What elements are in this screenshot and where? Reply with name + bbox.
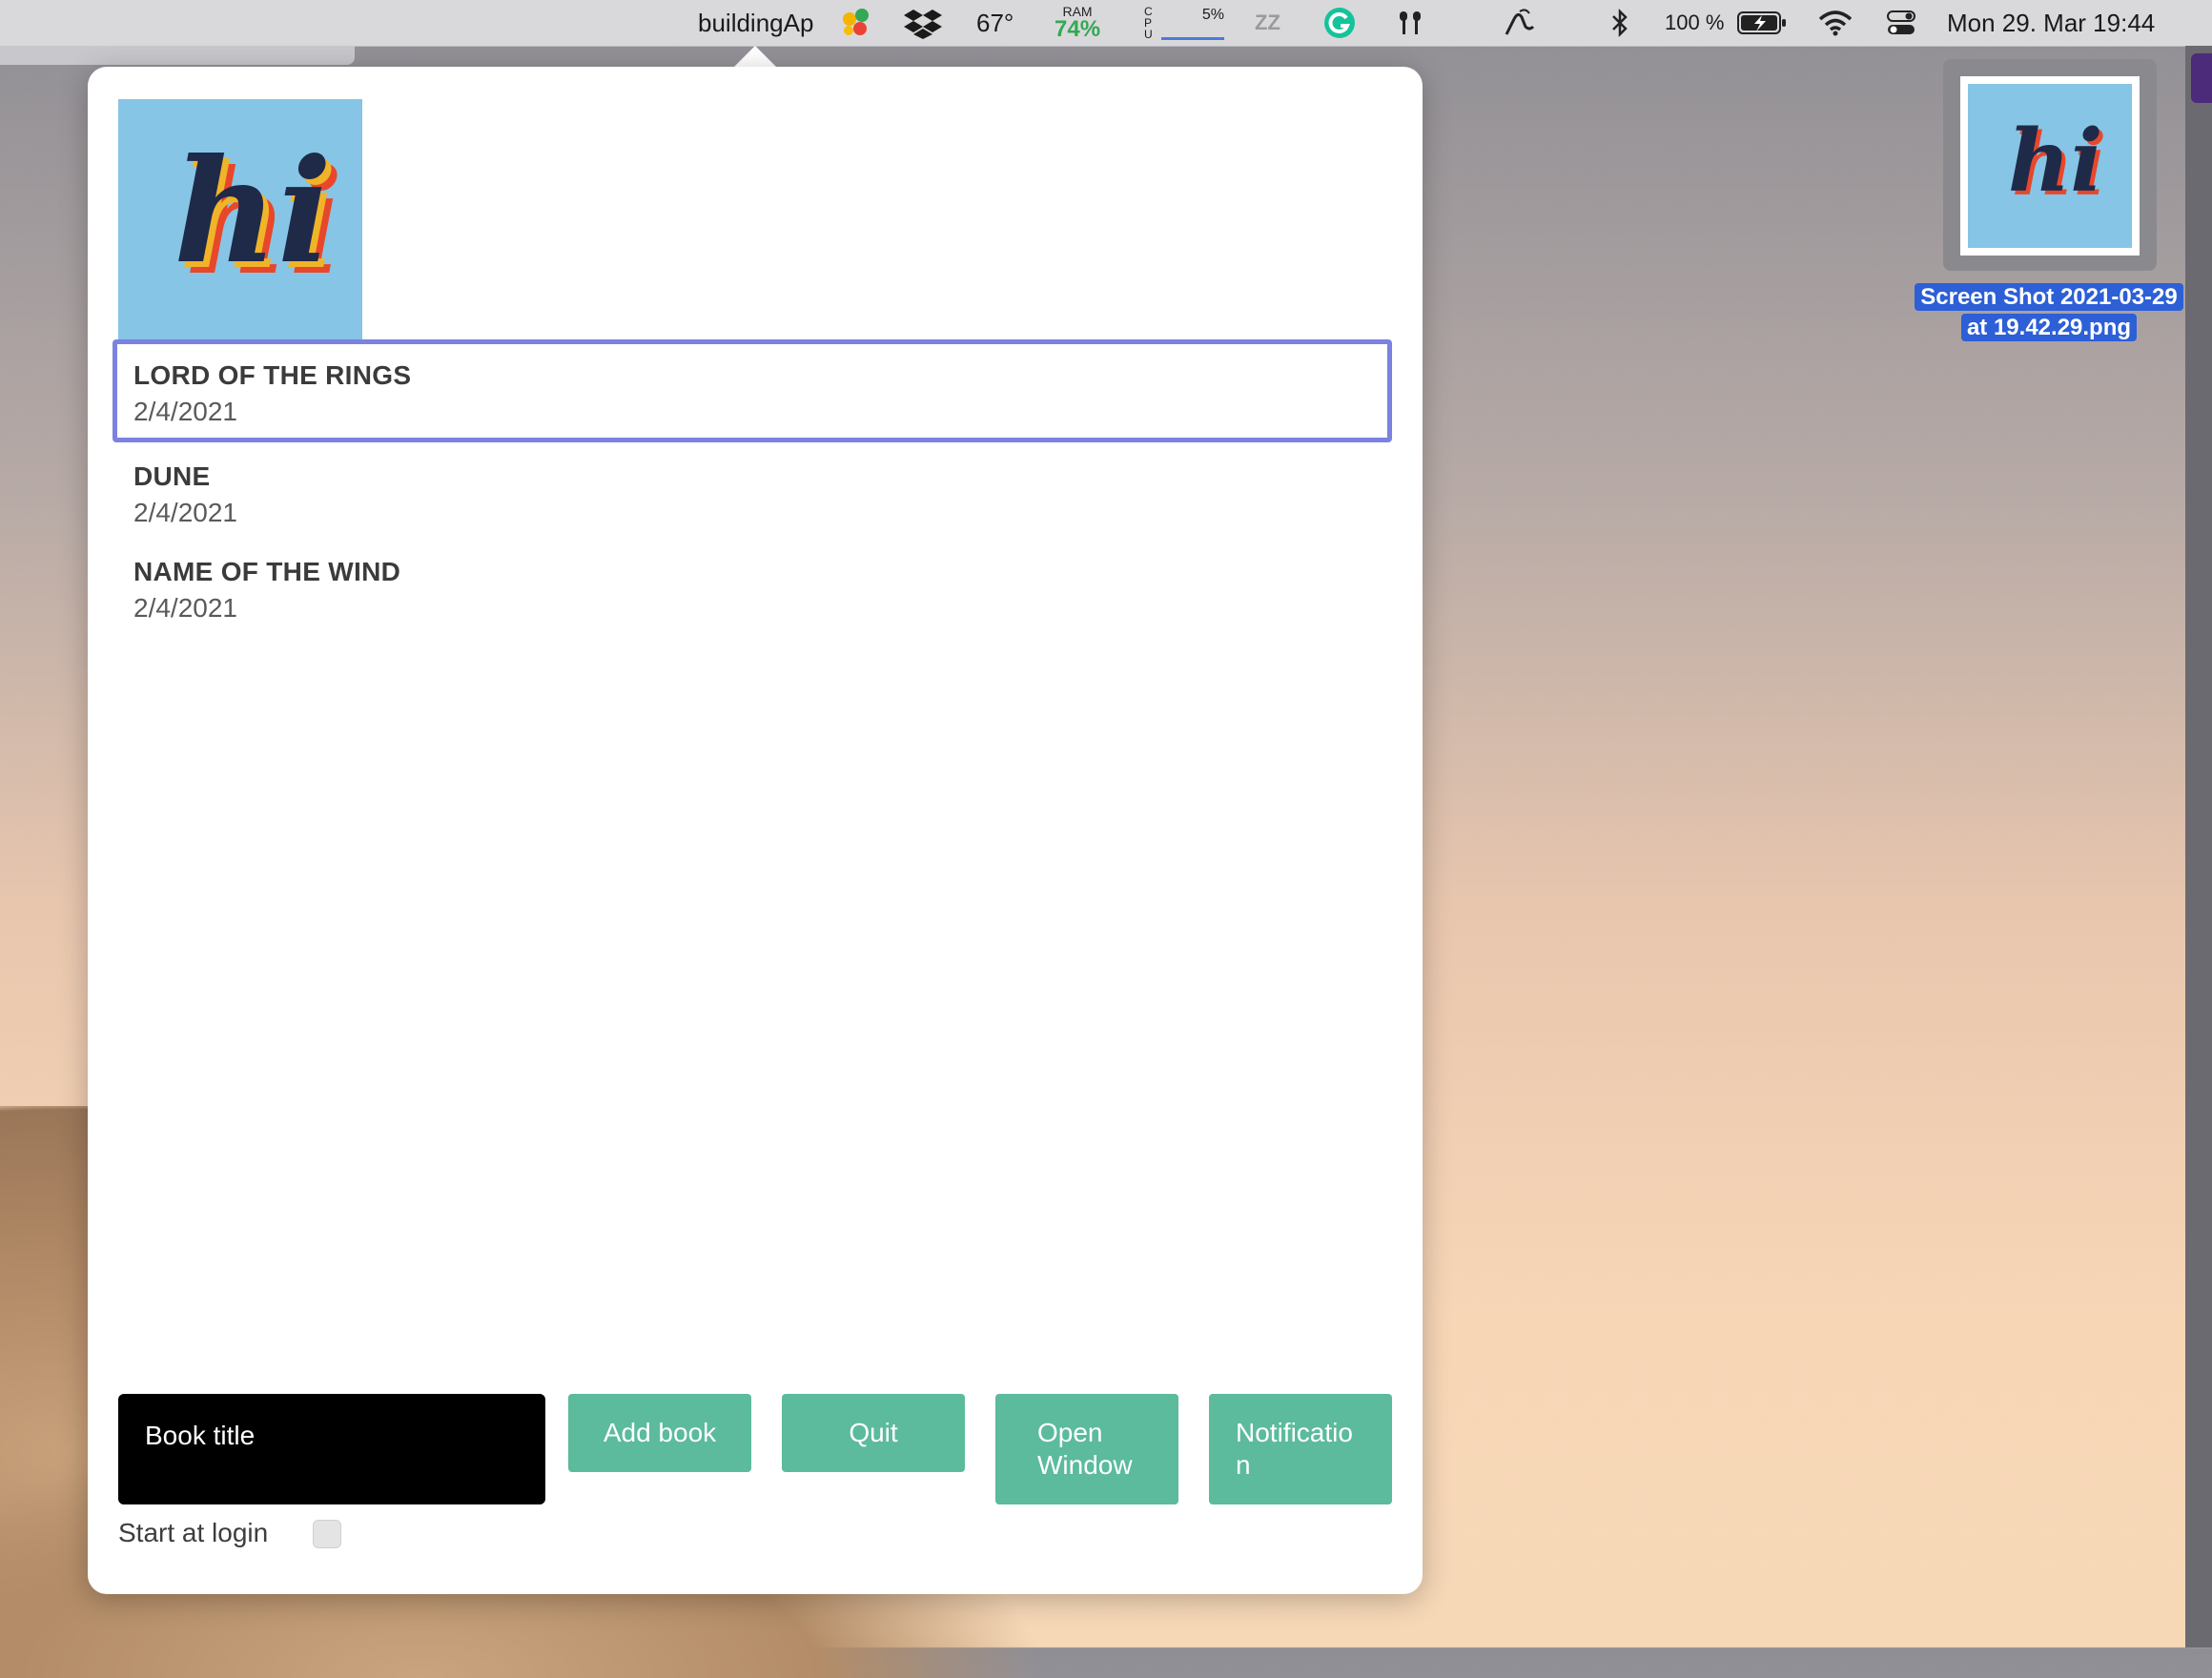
- book-item-selected[interactable]: LORD OF THE RINGS 2/4/2021: [113, 339, 1392, 442]
- ram-indicator[interactable]: RAM 74%: [1055, 0, 1100, 46]
- file-label-line1: Screen Shot 2021-03-29: [1915, 283, 2183, 311]
- cpu-graph: [1161, 36, 1224, 40]
- start-at-login-checkbox[interactable]: [313, 1520, 341, 1548]
- book-item[interactable]: DUNE 2/4/2021: [113, 442, 1392, 538]
- colored-dots-icon[interactable]: [839, 0, 877, 46]
- book-title: DUNE: [133, 461, 211, 491]
- control-center-icon[interactable]: [1886, 0, 1916, 46]
- sleep-icon[interactable]: ZZ: [1255, 0, 1280, 46]
- book-title: NAME OF THE WIND: [133, 557, 401, 586]
- dropbox-icon[interactable]: [904, 0, 942, 46]
- app-name[interactable]: buildingAp: [698, 0, 813, 46]
- open-window-button[interactable]: Open Window: [995, 1394, 1178, 1504]
- file-thumbnail: hi hi: [1960, 76, 2140, 256]
- start-at-login-label: Start at login: [118, 1518, 269, 1547]
- gesture-icon[interactable]: [1501, 0, 1539, 46]
- book-title-input[interactable]: Book title: [118, 1394, 545, 1504]
- book-title: LORD OF THE RINGS: [133, 360, 412, 390]
- battery-percent[interactable]: 100 %: [1665, 0, 1724, 46]
- file-label-line2: at 19.42.29.png: [1960, 314, 2138, 341]
- background-window-edge: [2185, 46, 2212, 1647]
- bluetooth-icon[interactable]: [1609, 0, 1630, 46]
- book-list: LORD OF THE RINGS 2/4/2021 DUNE 2/4/2021…: [113, 339, 1392, 633]
- svg-text:hi: hi: [2008, 111, 2103, 212]
- svg-text:hi: hi: [174, 128, 332, 296]
- menu-bar: buildingAp 67° RAM 74% C P U 5% ZZ 100 %…: [0, 0, 2212, 47]
- wifi-icon[interactable]: [1817, 0, 1854, 46]
- book-date: 2/4/2021: [133, 397, 237, 426]
- popup-caret: [734, 46, 776, 67]
- cpu-value: 5%: [1201, 6, 1224, 23]
- background-window-tab: [2191, 53, 2212, 103]
- desktop-file-label[interactable]: Screen Shot 2021-03-29 at 19.42.29.png: [1901, 282, 2197, 343]
- datetime[interactable]: Mon 29. Mar 19:44: [1947, 0, 2155, 46]
- airpods-icon[interactable]: [1396, 0, 1424, 46]
- quit-button[interactable]: Quit: [782, 1394, 965, 1472]
- book-date: 2/4/2021: [133, 593, 237, 623]
- book-item[interactable]: NAME OF THE WIND 2/4/2021: [113, 538, 1392, 633]
- ram-value: 74%: [1055, 16, 1101, 42]
- notification-label-line2: n: [1236, 1450, 1251, 1480]
- add-book-button[interactable]: Add book: [568, 1394, 751, 1472]
- cpu-label: C P U: [1144, 5, 1153, 41]
- open-window-label-line2: Window: [1037, 1450, 1133, 1480]
- book-date: 2/4/2021: [133, 498, 237, 527]
- tray-popup: hi hi hi LORD OF THE RINGS 2/4/2021 DUNE…: [88, 67, 1423, 1594]
- temperature[interactable]: 67°: [976, 0, 1014, 46]
- desktop-file-icon[interactable]: hi hi: [1943, 59, 2157, 271]
- background-scrollbar: [0, 46, 355, 65]
- cpu-indicator[interactable]: C P U 5%: [1144, 0, 1224, 46]
- grammarly-icon[interactable]: [1323, 0, 1356, 46]
- notification-button[interactable]: Notificatio n: [1209, 1394, 1392, 1504]
- hi-image: hi hi hi: [118, 99, 362, 343]
- battery-icon[interactable]: [1737, 0, 1787, 46]
- notification-label-line1: Notificatio: [1236, 1418, 1353, 1447]
- open-window-label-line1: Open: [1037, 1418, 1103, 1447]
